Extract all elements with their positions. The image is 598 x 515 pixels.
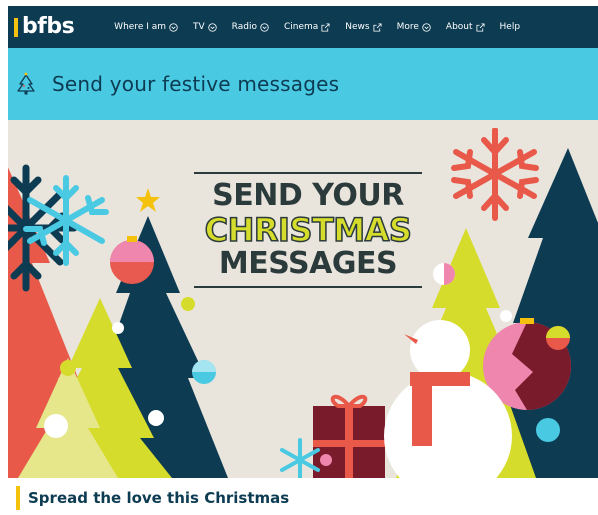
christmas-tree-icon: [16, 72, 36, 96]
subsection-heading: Spread the love this Christmas: [28, 489, 290, 507]
bfbs-logo[interactable]: bfbs: [14, 14, 75, 39]
nav-item-news[interactable]: News: [345, 22, 382, 32]
nav-item-help[interactable]: Help: [500, 22, 521, 32]
nav-label: More: [396, 22, 419, 32]
subsection-heading-row: Spread the love this Christmas: [16, 486, 289, 510]
nav-item-about[interactable]: About: [446, 22, 485, 32]
nav-item-tv[interactable]: TV: [193, 22, 217, 32]
headline-line-3: MESSAGES: [218, 246, 398, 281]
chevron-circle-icon: [169, 22, 178, 32]
headline-line-2: CHRISTMAS: [204, 211, 413, 249]
nav-item-where-i-am[interactable]: Where I am: [114, 22, 178, 32]
headline-top-rule: [194, 172, 422, 174]
nav-label: Help: [499, 22, 521, 32]
page: bfbs Where I am TV Radio Cinema News Mor…: [8, 6, 598, 515]
heading-accent-bar: [16, 486, 20, 510]
page-title: Send your festive messages: [52, 72, 340, 96]
logo-accent-bar: [14, 17, 18, 37]
nav-label: News: [345, 22, 370, 32]
chevron-circle-icon: [422, 22, 431, 32]
headline-line-1: SEND YOUR: [212, 178, 404, 213]
external-link-icon: [476, 22, 485, 32]
top-nav: bfbs Where I am TV Radio Cinema News Mor…: [8, 6, 598, 48]
nav-label: Where I am: [114, 22, 167, 32]
hero-spacer: [8, 120, 598, 128]
nav-item-radio[interactable]: Radio: [232, 22, 269, 32]
external-link-icon: [373, 22, 382, 32]
nav-label: Cinema: [283, 22, 319, 32]
nav-label: TV: [193, 22, 205, 32]
headline-bottom-rule: [194, 286, 422, 288]
nav-item-cinema[interactable]: Cinema: [284, 22, 330, 32]
hero-headline: SEND YOUR CHRISTMAS MESSAGES: [194, 172, 422, 288]
nav-item-more[interactable]: More: [397, 22, 431, 32]
chevron-circle-icon: [260, 22, 269, 32]
nav-menu: Where I am TV Radio Cinema News More Abo…: [114, 22, 535, 32]
chevron-circle-icon: [207, 22, 217, 32]
section-header: Send your festive messages: [8, 48, 598, 120]
logo-text: bfbs: [22, 14, 75, 39]
hero-banner[interactable]: SEND YOUR CHRISTMAS MESSAGES: [8, 128, 598, 478]
nav-label: About: [445, 22, 473, 32]
nav-label: Radio: [231, 22, 257, 32]
external-link-icon: [321, 22, 330, 32]
